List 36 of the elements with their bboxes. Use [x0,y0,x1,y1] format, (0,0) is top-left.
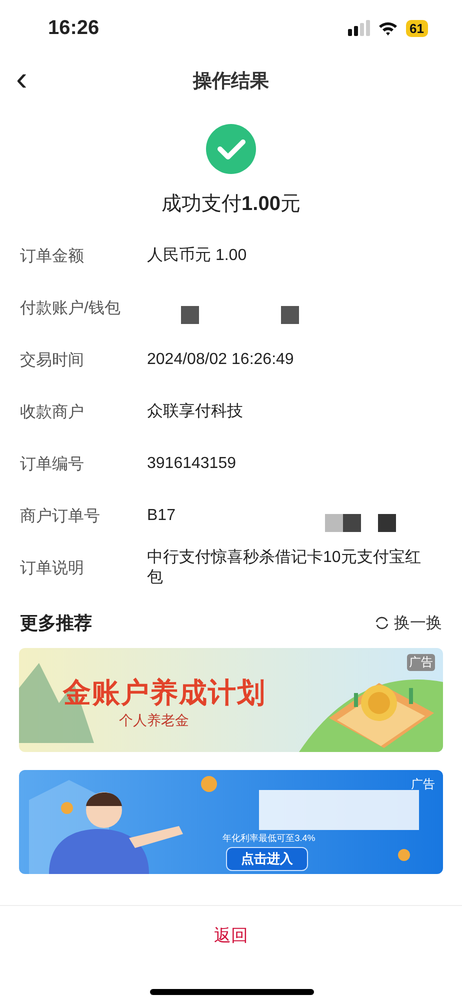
section-title: 更多推荐 [20,612,92,635]
ad-label: 广告 [407,654,435,671]
back-button[interactable]: ‹ [16,62,28,96]
banner-subtitle: 年化利率最低可至3.4% [222,832,316,845]
redaction-block [281,306,299,324]
ad-label: 广告 [411,776,435,793]
detail-value: 3916143159 [147,454,236,474]
redaction-block [343,514,362,532]
clock-time: 16:26 [48,16,100,40]
success-check-icon [206,124,256,174]
payment-result-text: 成功支付1.00元 [162,192,300,217]
detail-label: 订单金额 [20,246,85,266]
page-title: 操作结果 [193,70,269,94]
detail-value: 2024/08/02 16:26:49 [147,350,294,370]
detail-value: B17 [147,506,176,526]
detail-label: 商户订单号 [20,506,101,526]
banner-title: 金账户养成计划 [63,676,266,710]
redaction-block [378,514,396,532]
refresh-button[interactable]: 换一换 [374,612,442,634]
detail-label: 收款商户 [20,402,85,422]
wifi-icon [378,20,398,36]
back-button[interactable]: 返回 [214,924,248,946]
signal-icon [348,20,370,36]
detail-label: 订单说明 [20,558,85,578]
banner-subtitle: 个人养老金 [119,712,189,730]
redaction-block [325,514,344,532]
detail-label: 订单编号 [20,454,85,474]
detail-label: 交易时间 [20,350,85,370]
detail-label: 付款账户/钱包 [20,298,122,318]
detail-value: 人民币元 1.00 [147,246,247,266]
detail-value: 中行支付惊喜秒杀借记卡10元支付宝红包 [147,548,422,588]
refresh-icon [374,615,390,631]
enter-button[interactable]: 点击进入 [226,847,308,871]
battery-level: 61 [406,20,428,36]
redaction-block [181,306,199,324]
detail-value: 众联享付科技 [147,402,243,422]
